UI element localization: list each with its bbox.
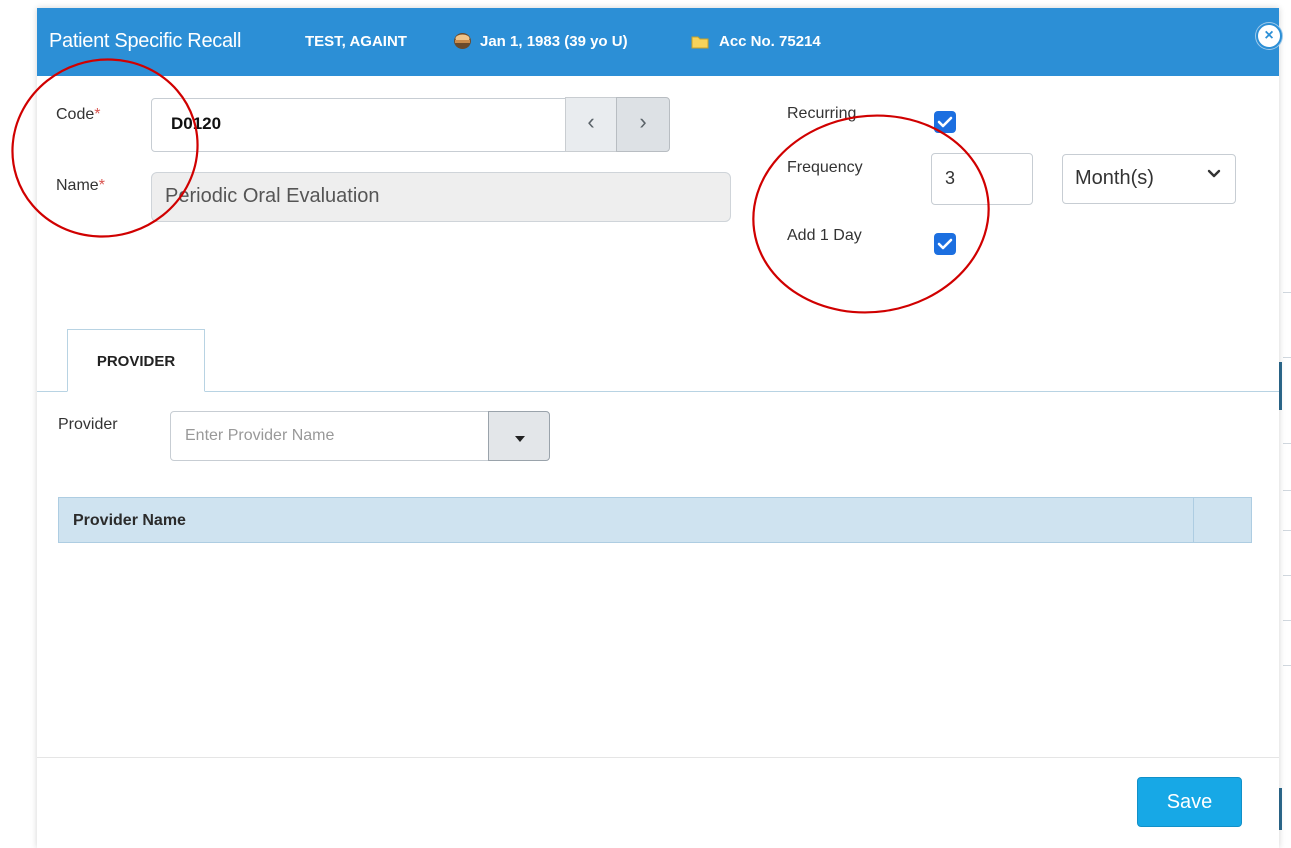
frequency-label: Frequency (787, 159, 863, 176)
tab-provider-label: PROVIDER (96, 353, 176, 370)
checkmark-icon (937, 238, 953, 250)
chevron-left-icon: ‹ (587, 109, 595, 134)
dialog-title: Patient Specific Recall (49, 30, 242, 52)
account-number: Acc No. 75214 (719, 33, 821, 50)
footer-divider (37, 757, 1279, 758)
background-scroll-marker (1279, 788, 1282, 830)
add-one-day-label: Add 1 Day (787, 227, 862, 244)
background-page-edge (1279, 0, 1291, 848)
frequency-unit-select[interactable]: Month(s) (1062, 154, 1236, 204)
patient-dob: Jan 1, 1983 (39 yo U) (480, 33, 628, 50)
name-label: Name* (56, 177, 105, 194)
tab-provider[interactable]: PROVIDER (67, 329, 205, 392)
patient-name: TEST, AGAINT (305, 33, 407, 50)
caret-down-icon (515, 436, 525, 442)
recurring-checkbox[interactable] (934, 111, 956, 133)
frequency-input[interactable]: 3 (931, 153, 1033, 205)
background-divider (1283, 665, 1291, 666)
save-button[interactable]: Save (1137, 777, 1242, 827)
name-field[interactable]: Periodic Oral Evaluation (151, 172, 731, 222)
checkmark-icon (937, 116, 953, 128)
background-divider (1283, 357, 1291, 358)
code-input[interactable]: D0120 (151, 98, 567, 152)
chevron-down-icon (1207, 169, 1221, 178)
background-divider (1283, 530, 1291, 531)
background-divider (1283, 575, 1291, 576)
background-divider (1283, 490, 1291, 491)
background-scroll-marker (1279, 362, 1282, 410)
close-button[interactable]: × (1256, 23, 1282, 49)
provider-dropdown-button[interactable] (488, 411, 550, 461)
recurring-label: Recurring (787, 105, 857, 122)
background-divider (1283, 443, 1291, 444)
chevron-right-icon: › (639, 109, 647, 134)
close-icon: × (1264, 27, 1274, 44)
frequency-unit-value: Month(s) (1075, 167, 1154, 189)
recall-dialog: Patient Specific Recall TEST, AGAINT Jan… (37, 8, 1282, 848)
add-one-day-checkbox[interactable] (934, 233, 956, 255)
cake-icon (454, 33, 471, 49)
folder-icon (691, 36, 709, 49)
next-code-button[interactable]: › (616, 97, 670, 152)
page-top-edge (0, 0, 1291, 8)
tab-strip-border (37, 391, 1279, 392)
background-divider (1283, 292, 1291, 293)
provider-label: Provider (58, 416, 118, 433)
provider-search-input[interactable]: Enter Provider Name (170, 411, 490, 461)
provider-name-column-header[interactable]: Provider Name (73, 512, 186, 530)
provider-grid-header: Provider Name (58, 497, 1252, 543)
background-divider (1283, 620, 1291, 621)
dialog-header: Patient Specific Recall TEST, AGAINT Jan… (37, 8, 1282, 76)
previous-code-button[interactable]: ‹ (565, 97, 617, 152)
column-divider (1193, 497, 1194, 543)
code-label: Code* (56, 106, 101, 123)
